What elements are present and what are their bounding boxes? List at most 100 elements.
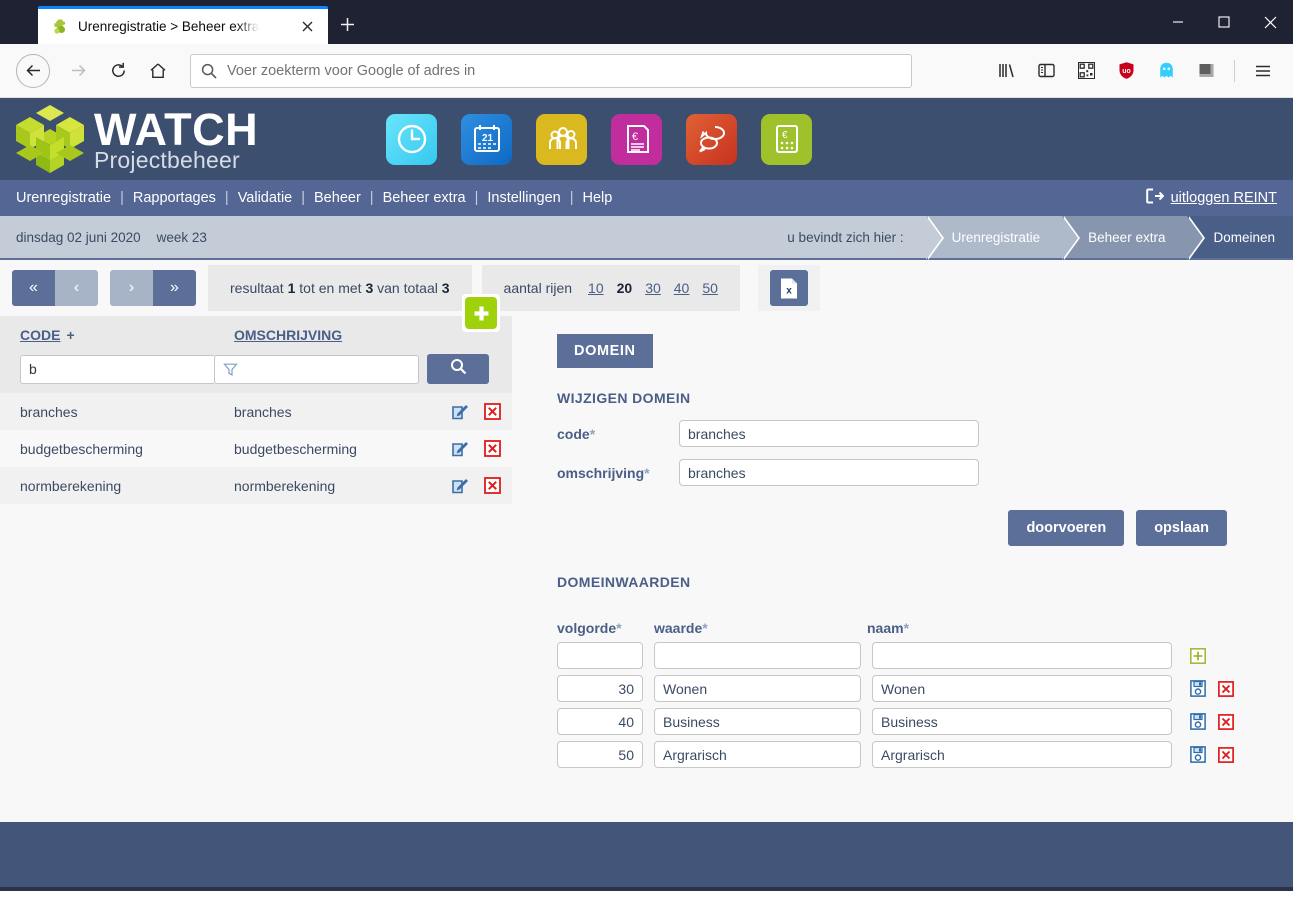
table-row[interactable]: normberekening normberekening [0,467,512,504]
rows-option-10[interactable]: 10 [588,280,604,296]
edit-icon[interactable] [451,439,470,458]
search-button[interactable] [427,354,489,384]
volgorde-value: 50 [618,746,634,763]
menu-item-beheer-extra[interactable]: Beheer extra [383,190,466,206]
excel-export-icon[interactable]: x [769,270,808,306]
waarde-input[interactable]: Wonen [654,675,861,702]
save-icon[interactable] [1190,746,1206,763]
rows-option-30[interactable]: 30 [645,280,661,296]
volgorde-value: 30 [618,680,634,697]
delete-icon[interactable] [1218,746,1234,763]
close-icon[interactable] [1247,0,1293,44]
arrow-left-icon[interactable] [16,53,50,88]
app-logo[interactable]: WATCH Projectbeheer [8,101,258,177]
omschrijving-input[interactable]: branches [679,459,979,486]
waarde-input[interactable]: Argrarisch [654,741,861,768]
url-input[interactable]: Voer zoekterm voor Google of adres in [227,63,475,79]
filter-code-value: b [29,361,37,377]
new-naam-input[interactable] [872,642,1172,669]
filter-omschrijving-input[interactable] [214,354,419,384]
close-icon[interactable] [296,16,318,38]
breadcrumb-item-urenregistratie[interactable]: Urenregistratie [925,216,1081,260]
delete-icon[interactable] [1218,680,1234,697]
delete-icon[interactable] [1218,713,1234,730]
delete-icon[interactable] [484,440,501,457]
ghostery-icon[interactable] [1149,54,1183,88]
add-domain-button[interactable] [462,294,500,332]
maximize-icon[interactable] [1201,0,1247,44]
code-input[interactable]: branches [679,420,979,447]
filter-code-input[interactable]: b [20,354,225,384]
doorvoeren-button[interactable]: doorvoeren [1008,510,1125,546]
edit-icon[interactable] [451,402,470,421]
volgorde-input[interactable]: 40 [557,708,643,735]
hamburger-menu-icon[interactable] [1246,54,1280,88]
detail-tab-domein[interactable]: DOMEIN [557,334,653,368]
library-icon[interactable] [989,54,1023,88]
form-row-omschrijving: omschrijving* branches [557,459,1293,486]
invoice-euro-icon[interactable]: € [611,113,663,165]
watch-cube-logo-icon [8,101,92,177]
naam-input[interactable]: Argrarisch [872,741,1172,768]
breadcrumb-item-label: Urenregistratie [951,229,1041,245]
people-icon[interactable] [536,113,588,165]
new-waarde-input[interactable] [654,642,861,669]
rows-option-50[interactable]: 50 [702,280,718,296]
save-icon[interactable] [1190,713,1206,730]
table-row[interactable]: budgetbescherming budgetbescherming [0,430,512,467]
naam-input[interactable]: Business [872,708,1172,735]
volgorde-input[interactable]: 50 [557,741,643,768]
table-row[interactable]: branches branches [0,393,512,430]
logo-subtitle: Projectbeheer [94,146,240,173]
add-row-icon[interactable] [1190,647,1206,664]
breadcrumb-item-beheer-extra[interactable]: Beheer extra [1062,216,1206,260]
next-page-button[interactable]: › [110,270,153,306]
rows-label: aantal rijen [503,280,573,296]
column-header-omschrijving-label[interactable]: OMSCHRIJVING [234,327,342,343]
browser-tab[interactable]: Urenregistratie > Beheer extra [38,6,328,44]
waarde-input[interactable]: Business [654,708,861,735]
ublock-shield-icon[interactable]: uo [1109,54,1143,88]
rows-option-40[interactable]: 40 [674,280,690,296]
minimize-icon[interactable] [1155,0,1201,44]
column-header-code[interactable]: CODE + [0,316,214,354]
chat-bubbles-icon[interactable] [686,113,738,165]
menu-item-beheer[interactable]: Beheer [314,190,361,206]
calculator-euro-icon[interactable]: € [761,113,813,165]
delete-icon[interactable] [484,403,501,420]
naam-input[interactable]: Wonen [872,675,1172,702]
url-bar[interactable]: Voer zoekterm voor Google of adres in [190,53,912,88]
reload-icon[interactable] [100,53,136,89]
opslaan-button[interactable]: opslaan [1136,510,1227,546]
rows-option-20[interactable]: 20 [617,280,633,296]
column-header-code-label[interactable]: CODE [20,327,60,343]
page-body: « ‹ › » resultaat 1 tot en met 3 van tot… [0,260,1293,822]
svg-text:x: x [786,285,792,296]
waarde-value: Argrarisch [663,746,727,763]
prev-page-button[interactable]: ‹ [55,270,98,306]
new-tab-button[interactable] [330,5,364,43]
logout-button[interactable]: uitloggen REINT [1145,188,1277,208]
save-icon[interactable] [1190,680,1206,697]
menu-item-instellingen[interactable]: Instellingen [487,190,560,206]
label-omschrijving: omschrijving* [557,464,650,481]
new-volgorde-input[interactable] [557,642,643,669]
menu-item-rapportages[interactable]: Rapportages [133,190,216,206]
menu-item-urenregistratie[interactable]: Urenregistratie [16,190,111,206]
color-swatch-icon[interactable] [1189,54,1223,88]
domeinwaarden-header: volgorde* waarde* naam* [557,620,1293,636]
qr-reader-icon[interactable] [1069,54,1103,88]
delete-icon[interactable] [484,477,501,494]
sidebar-icon[interactable] [1029,54,1063,88]
calendar-21-icon[interactable]: 21 [461,113,513,165]
domeinwaarde-new-row [557,642,1293,669]
list-toolbar: « ‹ › » resultaat 1 tot en met 3 van tot… [0,260,1293,316]
clock-icon[interactable] [386,113,438,165]
edit-icon[interactable] [451,476,470,495]
menu-item-help[interactable]: Help [583,190,613,206]
first-page-button[interactable]: « [12,270,55,306]
menu-item-validatie[interactable]: Validatie [238,190,293,206]
volgorde-input[interactable]: 30 [557,675,643,702]
last-page-button[interactable]: » [153,270,196,306]
home-icon[interactable] [140,53,176,89]
